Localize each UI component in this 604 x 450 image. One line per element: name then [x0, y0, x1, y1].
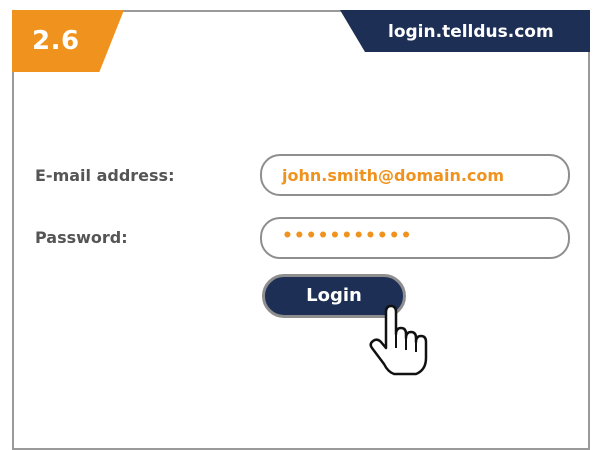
- password-value: •••••••••••: [282, 226, 413, 246]
- email-field[interactable]: john.smith@domain.com: [260, 154, 570, 196]
- email-label: E-mail address:: [35, 166, 175, 185]
- step-number: 2.6: [32, 26, 80, 56]
- password-label: Password:: [35, 228, 128, 247]
- email-value: john.smith@domain.com: [282, 166, 505, 185]
- password-field[interactable]: •••••••••••: [260, 217, 570, 259]
- url-text: login.telldus.com: [388, 22, 554, 42]
- hand-pointer-icon: [369, 304, 428, 376]
